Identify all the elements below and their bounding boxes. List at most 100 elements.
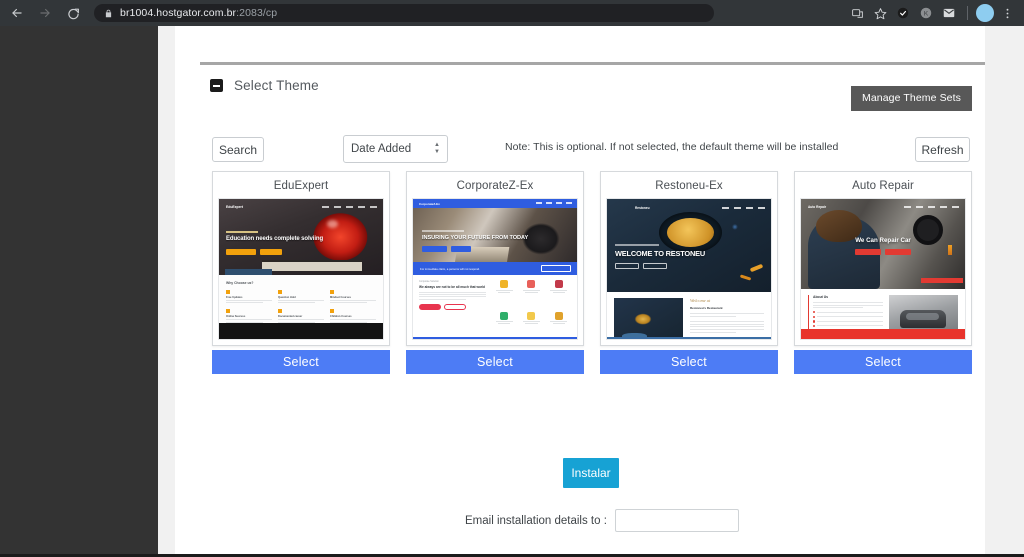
thumb-brand: Restoneu xyxy=(635,206,650,210)
theme-thumbnail-auto-repair: Auto Repair We Can Repair Car About Us xyxy=(800,198,966,340)
select-theme-button[interactable]: Select xyxy=(794,350,972,374)
thumb-nav xyxy=(904,206,959,208)
theme-name: Restoneu-Ex xyxy=(655,180,723,192)
install-button[interactable]: Instalar xyxy=(563,458,619,488)
cast-icon[interactable] xyxy=(847,3,867,23)
page-viewport: Select Theme Manage Theme Sets Search Da… xyxy=(0,26,1024,557)
thumb-kicker xyxy=(226,231,258,233)
thumb-icon-cell xyxy=(547,311,571,340)
browser-toolbar: br1004.hostgator.com.br:2083/cp K xyxy=(0,0,1024,26)
select-theme-button[interactable]: Select xyxy=(406,350,584,374)
thumb-nav xyxy=(536,202,572,204)
thumb-brand: Auto Repair xyxy=(808,205,827,209)
thumb-feature-grid: Free Updates Question Hold Mindset Cours… xyxy=(226,290,376,324)
thumb-cta-bar: For immediate claim, a persons will not … xyxy=(413,262,577,275)
browser-toolbar-actions: K xyxy=(847,3,1024,23)
theme-card-eduexpert: EduExpert EduExpert Education needs comp… xyxy=(212,171,390,374)
thumb-kicker xyxy=(422,230,464,232)
select-theme-header: Select Theme xyxy=(210,78,319,93)
search-button[interactable]: Search xyxy=(212,137,264,162)
reload-icon[interactable] xyxy=(64,4,82,22)
thumb-decor xyxy=(749,263,764,272)
lock-icon xyxy=(104,9,113,18)
thumb-headline: INSURING YOUR FUTURE FROM TODAY xyxy=(422,235,529,241)
thumb-cta-buttons xyxy=(855,249,911,256)
theme-thumbnail-corporatez-ex: CorporateZ-Ex INSURING YOUR FUTURE FROM … xyxy=(412,198,578,340)
thumb-kicker-text: Corporate Solution xyxy=(419,280,439,283)
thumb-feature: Question Hold xyxy=(278,290,324,304)
thumb-decor xyxy=(740,273,752,281)
thumb-icon-cell xyxy=(519,280,543,308)
spinner-arrows-icon: ▲ ▼ xyxy=(434,142,440,155)
thumb-feature: Mindset Courses xyxy=(330,290,376,304)
thumb-body-title: We always are not to be all much that wo… xyxy=(419,284,486,289)
refresh-button[interactable]: Refresh xyxy=(915,137,970,162)
thumb-feature: Online Success xyxy=(226,309,272,323)
thumb-icon-cell xyxy=(492,280,516,308)
theme-card-auto-repair: Auto Repair Auto Repair We Can Repair Ca… xyxy=(794,171,972,374)
avatar[interactable] xyxy=(976,4,994,22)
address-bar[interactable]: br1004.hostgator.com.br:2083/cp xyxy=(94,4,714,22)
thumb-footer xyxy=(219,323,383,339)
section-divider xyxy=(200,62,985,65)
theme-cards-row: EduExpert EduExpert Education needs comp… xyxy=(175,171,985,376)
theme-card-corporatez-ex: CorporateZ-Ex CorporateZ-Ex INSURING YOU… xyxy=(406,171,584,374)
sort-select-value: Date Added xyxy=(351,143,412,155)
thumb-body-left: Corporate Solution We always are not to … xyxy=(419,280,486,339)
theme-card-frame: CorporateZ-Ex CorporateZ-Ex INSURING YOU… xyxy=(406,171,584,346)
thumb-headline: We Can Repair Car xyxy=(855,236,911,244)
extension-circle-icon[interactable]: K xyxy=(916,3,936,23)
url-text: br1004.hostgator.com.br:2083/cp xyxy=(120,7,278,19)
svg-text:K: K xyxy=(924,10,929,17)
theme-toolbar: Search Date Added ▲ ▼ Note: This is optio… xyxy=(175,135,985,167)
theme-card-frame: Restoneu-Ex Restoneu WELCOME TO RESTONEU xyxy=(600,171,778,346)
theme-card-frame: Auto Repair Auto Repair We Can Repair Ca… xyxy=(794,171,972,346)
thumb-icon-cell xyxy=(492,311,516,340)
extension-check-icon[interactable] xyxy=(893,3,913,23)
gmail-icon[interactable] xyxy=(939,3,959,23)
thumb-headline: WELCOME TO RESTONEU xyxy=(615,249,705,258)
three-dot-menu-icon[interactable] xyxy=(997,3,1017,23)
thumb-decor xyxy=(659,212,722,253)
theme-card-frame: EduExpert EduExpert Education needs comp… xyxy=(212,171,390,346)
theme-thumbnail-restoneu-ex: Restoneu WELCOME TO RESTONEU Welcome at … xyxy=(606,198,772,340)
sort-select[interactable]: Date Added ▲ ▼ xyxy=(343,135,448,163)
email-installation-row: Email installation details to : xyxy=(465,509,739,532)
collapse-minus-icon[interactable] xyxy=(210,79,223,92)
thumb-hero: Auto Repair We Can Repair Car xyxy=(801,199,965,289)
thumb-nav xyxy=(722,207,765,209)
thumb-headline: Education needs complete solviing xyxy=(226,236,324,242)
thumb-feature: Documented career xyxy=(278,309,324,323)
thumb-decor xyxy=(921,278,963,283)
theme-name: Auto Repair xyxy=(852,180,914,192)
manage-theme-sets-button[interactable]: Manage Theme Sets xyxy=(851,86,972,111)
thumb-cta-buttons xyxy=(615,263,667,269)
toolbar-divider xyxy=(967,6,968,20)
email-installation-label: Email installation details to : xyxy=(465,514,607,527)
thumb-decor xyxy=(327,220,339,229)
forward-arrow-icon[interactable] xyxy=(36,4,54,22)
thumb-brand: EduExpert xyxy=(226,205,243,209)
thumb-hero: Restoneu WELCOME TO RESTONEU xyxy=(607,199,771,292)
select-theme-button[interactable]: Select xyxy=(212,350,390,374)
theme-name: EduExpert xyxy=(273,180,329,192)
thumb-topbar: CorporateZ-Ex xyxy=(413,199,577,208)
thumb-decor xyxy=(948,245,952,255)
thumb-brand: CorporateZ-Ex xyxy=(419,201,440,206)
thumb-footer xyxy=(801,329,965,339)
bookmark-star-icon[interactable] xyxy=(870,3,890,23)
thumb-pill-buttons xyxy=(419,303,486,310)
browser-nav-buttons xyxy=(0,4,82,22)
theme-thumbnail-eduexpert: EduExpert Education needs complete solvi… xyxy=(218,198,384,340)
back-arrow-icon[interactable] xyxy=(8,4,26,22)
theme-name: CorporateZ-Ex xyxy=(456,180,534,192)
optional-note: Note: This is optional. If not selected,… xyxy=(505,141,839,153)
page-title: Select Theme xyxy=(234,78,319,93)
select-theme-button[interactable]: Select xyxy=(600,350,778,374)
thumb-decor xyxy=(912,215,943,246)
email-input[interactable] xyxy=(614,509,739,532)
thumb-hero: EduExpert Education needs complete solvi… xyxy=(219,199,383,275)
thumb-feature: Free Updates xyxy=(226,290,272,304)
thumb-nav xyxy=(322,206,377,208)
thumb-body: Corporate Solution We always are not to … xyxy=(413,275,577,339)
